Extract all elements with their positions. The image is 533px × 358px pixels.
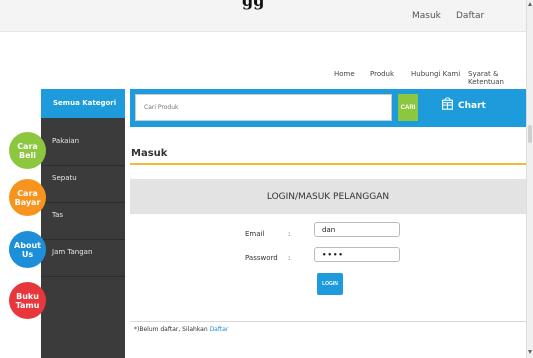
shopping-cart-icon[interactable] — [441, 97, 454, 110]
email-field[interactable] — [314, 222, 400, 237]
site-logo[interactable]: gg — [242, 0, 264, 10]
buku-tamu-line2: Tamu — [15, 300, 40, 310]
sidebar-item-pakaian[interactable]: Pakaian — [41, 130, 125, 166]
top-bar: gg Masuk Daftar — [0, 0, 526, 32]
scroll-up-arrow-icon[interactable] — [528, 2, 532, 6]
search-input[interactable] — [135, 94, 392, 121]
sidebar-item-jam-tangan[interactable]: Jam Tangan — [41, 241, 125, 277]
cara-beli-line2: Beli — [18, 150, 36, 160]
nav-syarat-ketentuan[interactable]: Syarat & Ketentuan — [468, 70, 533, 86]
login-panel-title: LOGIN/MASUK PELANGGAN — [266, 192, 390, 202]
sidebar-header-label: Semua Kategori — [53, 99, 117, 107]
buku-tamu-button[interactable]: Buku Tamu — [9, 282, 46, 319]
register-note: *)Belum daftar, Silahkan Daftar — [134, 326, 228, 333]
search-button[interactable]: CARI — [398, 94, 418, 121]
scroll-down-arrow-icon[interactable] — [528, 350, 532, 354]
nav-home[interactable]: Home — [334, 70, 355, 78]
cara-beli-line1: Cara — [17, 141, 38, 151]
scroll-thumb[interactable] — [528, 125, 532, 143]
email-colon: : — [288, 230, 291, 238]
sidebar-header[interactable]: Semua Kategori — [41, 89, 125, 118]
login-button[interactable]: LOGIN — [317, 273, 343, 295]
cara-beli-button[interactable]: Cara Beli — [9, 132, 46, 169]
category-sidebar: Semua Kategori Pakaian Sepatu Tas Jam Ta… — [41, 89, 125, 358]
cart-label[interactable]: Chart — [458, 101, 486, 111]
password-label: Password — [245, 254, 278, 262]
register-link-footer[interactable]: Daftar — [210, 326, 229, 333]
about-us-line1: About — [14, 240, 41, 250]
about-us-button[interactable]: About Us — [9, 231, 46, 268]
email-label: Email — [245, 230, 265, 238]
cara-bayar-line1: Cara — [17, 188, 38, 198]
about-us-line2: Us — [21, 249, 34, 259]
password-field[interactable] — [314, 247, 400, 262]
cara-bayar-line2: Bayar — [14, 197, 41, 207]
cara-bayar-button[interactable]: Cara Bayar — [9, 179, 46, 216]
sidebar-item-label: Sepatu — [52, 174, 77, 182]
page-title: Masuk — [131, 148, 168, 159]
password-colon: : — [288, 254, 291, 262]
register-note-text: *)Belum daftar, Silahkan — [134, 326, 210, 333]
register-link[interactable]: Daftar — [456, 11, 484, 21]
sidebar-item-sepatu[interactable]: Sepatu — [41, 167, 125, 203]
nav-hubungi-kami[interactable]: Hubungi Kami — [411, 70, 460, 78]
title-underline — [130, 163, 526, 165]
page-scrollbar[interactable] — [526, 0, 533, 358]
sidebar-item-label: Jam Tangan — [52, 248, 93, 256]
sidebar-item-label: Tas — [52, 211, 64, 219]
footer-divider — [130, 321, 526, 322]
sidebar-item-tas[interactable]: Tas — [41, 204, 125, 240]
login-panel-header: LOGIN/MASUK PELANGGAN — [130, 179, 526, 214]
nav-produk[interactable]: Produk — [370, 70, 394, 78]
sidebar-item-label: Pakaian — [52, 137, 80, 145]
buku-tamu-line1: Buku — [16, 291, 39, 301]
login-link[interactable]: Masuk — [412, 11, 441, 21]
search-bar: CARI Chart — [130, 89, 526, 127]
